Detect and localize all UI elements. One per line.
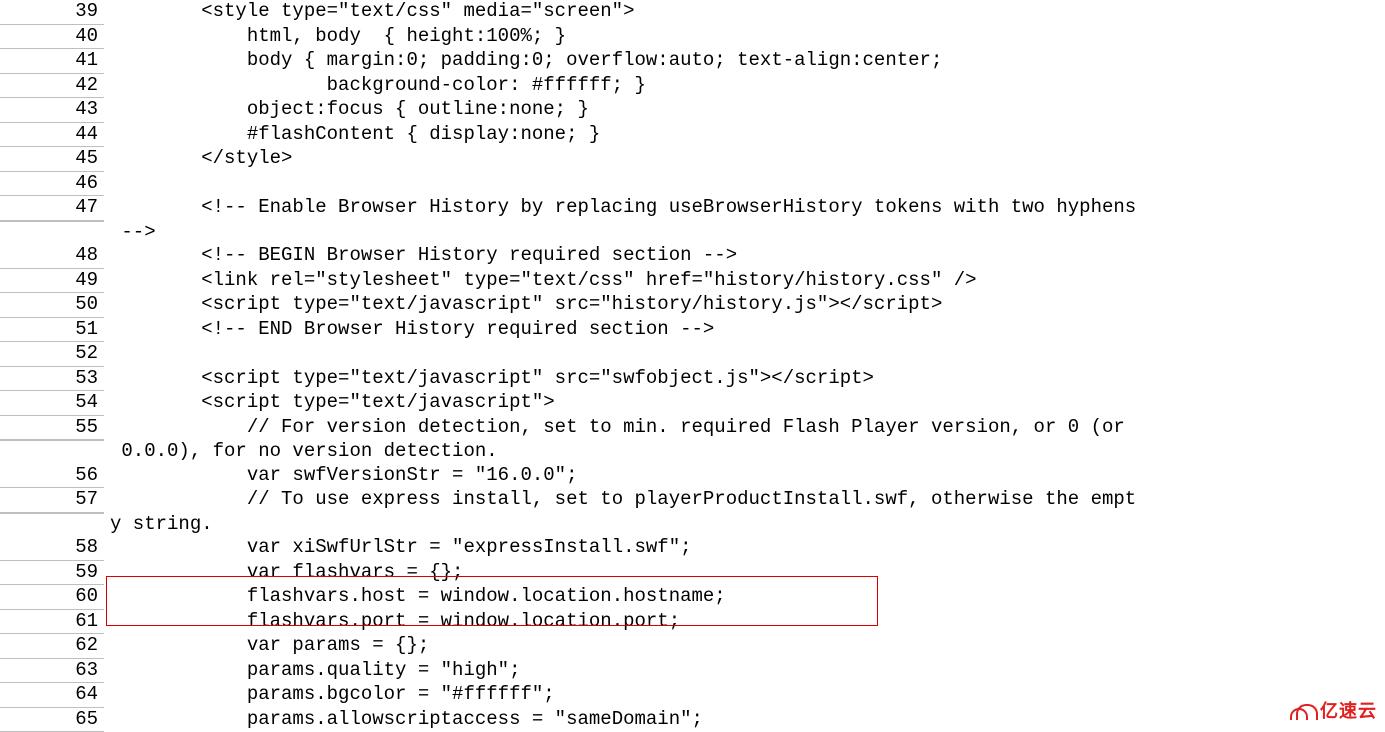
line-number: 45 bbox=[0, 147, 104, 172]
code-line[interactable]: 60 flashvars.host = window.location.host… bbox=[0, 585, 1385, 610]
code-text[interactable]: <!-- Enable Browser History by replacing… bbox=[104, 196, 1385, 220]
line-number: 59 bbox=[0, 561, 104, 586]
code-line[interactable]: 64 params.bgcolor = "#ffffff"; bbox=[0, 683, 1385, 708]
line-number: 56 bbox=[0, 464, 104, 489]
line-number: 64 bbox=[0, 683, 104, 708]
code-line[interactable]: 43 object:focus { outline:none; } bbox=[0, 98, 1385, 123]
code-text-wrap[interactable]: 0.0.0), for no version detection. bbox=[104, 440, 1385, 464]
code-line[interactable]: 39 <style type="text/css" media="screen"… bbox=[0, 0, 1385, 25]
logo-text: 亿速云 bbox=[1320, 700, 1377, 724]
code-text[interactable]: object:focus { outline:none; } bbox=[104, 98, 1385, 122]
code-line-wrap[interactable]: 0.0.0), for no version detection. bbox=[0, 440, 1385, 464]
line-number: 41 bbox=[0, 49, 104, 74]
line-number: 51 bbox=[0, 318, 104, 343]
line-number: 54 bbox=[0, 391, 104, 416]
code-line[interactable]: 41 body { margin:0; padding:0; overflow:… bbox=[0, 49, 1385, 74]
line-number: 44 bbox=[0, 123, 104, 148]
code-line[interactable]: 53 <script type="text/javascript" src="s… bbox=[0, 367, 1385, 392]
code-text-wrap[interactable]: --> bbox=[104, 221, 1385, 245]
cloud-icon bbox=[1290, 702, 1316, 720]
code-line[interactable]: 45 </style> bbox=[0, 147, 1385, 172]
line-number: 40 bbox=[0, 25, 104, 50]
code-text[interactable]: params.quality = "high"; bbox=[104, 659, 1385, 683]
line-number: 65 bbox=[0, 708, 104, 732]
code-text[interactable]: params.allowscriptaccess = "sameDomain"; bbox=[104, 708, 1385, 732]
code-text[interactable]: <!-- BEGIN Browser History required sect… bbox=[104, 244, 1385, 268]
code-text[interactable]: <!-- END Browser History required sectio… bbox=[104, 318, 1385, 342]
line-number: 52 bbox=[0, 342, 104, 367]
code-line-wrap[interactable]: y string. bbox=[0, 513, 1385, 537]
line-number: 48 bbox=[0, 244, 104, 269]
line-number: 57 bbox=[0, 488, 104, 513]
code-text[interactable]: <script type="text/javascript" src="hist… bbox=[104, 293, 1385, 317]
line-number: 49 bbox=[0, 269, 104, 294]
code-text[interactable]: // For version detection, set to min. re… bbox=[104, 416, 1385, 440]
code-line[interactable]: 62 var params = {}; bbox=[0, 634, 1385, 659]
code-text[interactable]: body { margin:0; padding:0; overflow:aut… bbox=[104, 49, 1385, 73]
code-text[interactable]: // To use express install, set to player… bbox=[104, 488, 1385, 512]
line-number: 58 bbox=[0, 536, 104, 561]
line-number: 46 bbox=[0, 172, 104, 197]
code-line[interactable]: 52 bbox=[0, 342, 1385, 367]
code-text[interactable]: <script type="text/javascript"> bbox=[104, 391, 1385, 415]
code-text[interactable]: var swfVersionStr = "16.0.0"; bbox=[104, 464, 1385, 488]
line-number: 53 bbox=[0, 367, 104, 392]
code-line[interactable]: 59 var flashvars = {}; bbox=[0, 561, 1385, 586]
line-number: 63 bbox=[0, 659, 104, 684]
code-line[interactable]: 50 <script type="text/javascript" src="h… bbox=[0, 293, 1385, 318]
code-line[interactable]: 61 flashvars.port = window.location.port… bbox=[0, 610, 1385, 635]
code-line[interactable]: 47 <!-- Enable Browser History by replac… bbox=[0, 196, 1385, 221]
code-text[interactable]: <style type="text/css" media="screen"> bbox=[104, 0, 1385, 24]
code-line-wrap[interactable]: --> bbox=[0, 221, 1385, 245]
code-text[interactable]: <script type="text/javascript" src="swfo… bbox=[104, 367, 1385, 391]
line-number-empty bbox=[0, 513, 104, 514]
code-text[interactable]: background-color: #ffffff; } bbox=[104, 74, 1385, 98]
line-number: 43 bbox=[0, 98, 104, 123]
code-text[interactable]: flashvars.port = window.location.port; bbox=[104, 610, 1385, 634]
watermark-logo: 亿速云 bbox=[1290, 700, 1377, 724]
line-number-empty bbox=[0, 221, 104, 222]
code-text[interactable]: var xiSwfUrlStr = "expressInstall.swf"; bbox=[104, 536, 1385, 560]
code-line[interactable]: 49 <link rel="stylesheet" type="text/css… bbox=[0, 269, 1385, 294]
code-text[interactable]: params.bgcolor = "#ffffff"; bbox=[104, 683, 1385, 707]
code-line[interactable]: 51 <!-- END Browser History required sec… bbox=[0, 318, 1385, 343]
code-text[interactable]: </style> bbox=[104, 147, 1385, 171]
line-number: 50 bbox=[0, 293, 104, 318]
line-number: 61 bbox=[0, 610, 104, 635]
code-line[interactable]: 54 <script type="text/javascript"> bbox=[0, 391, 1385, 416]
code-line[interactable]: 57 // To use express install, set to pla… bbox=[0, 488, 1385, 513]
code-line[interactable]: 48 <!-- BEGIN Browser History required s… bbox=[0, 244, 1385, 269]
line-number: 60 bbox=[0, 585, 104, 610]
line-number-empty bbox=[0, 440, 104, 441]
line-number: 55 bbox=[0, 416, 104, 441]
code-text[interactable]: #flashContent { display:none; } bbox=[104, 123, 1385, 147]
code-text-wrap[interactable]: y string. bbox=[104, 513, 1385, 537]
code-line[interactable]: 56 var swfVersionStr = "16.0.0"; bbox=[0, 464, 1385, 489]
line-number: 62 bbox=[0, 634, 104, 659]
code-line[interactable]: 44 #flashContent { display:none; } bbox=[0, 123, 1385, 148]
code-line[interactable]: 65 params.allowscriptaccess = "sameDomai… bbox=[0, 708, 1385, 732]
code-line[interactable]: 55 // For version detection, set to min.… bbox=[0, 416, 1385, 441]
line-number: 42 bbox=[0, 74, 104, 99]
code-line[interactable]: 42 background-color: #ffffff; } bbox=[0, 74, 1385, 99]
line-number: 39 bbox=[0, 0, 104, 25]
code-text[interactable]: html, body { height:100%; } bbox=[104, 25, 1385, 49]
code-line[interactable]: 46 bbox=[0, 172, 1385, 197]
code-text[interactable]: var params = {}; bbox=[104, 634, 1385, 658]
code-text[interactable]: <link rel="stylesheet" type="text/css" h… bbox=[104, 269, 1385, 293]
code-text[interactable]: flashvars.host = window.location.hostnam… bbox=[104, 585, 1385, 609]
code-line[interactable]: 58 var xiSwfUrlStr = "expressInstall.swf… bbox=[0, 536, 1385, 561]
code-text[interactable]: var flashvars = {}; bbox=[104, 561, 1385, 585]
line-number: 47 bbox=[0, 196, 104, 221]
code-line[interactable]: 63 params.quality = "high"; bbox=[0, 659, 1385, 684]
code-line[interactable]: 40 html, body { height:100%; } bbox=[0, 25, 1385, 50]
code-editor[interactable]: 39 <style type="text/css" media="screen"… bbox=[0, 0, 1385, 732]
